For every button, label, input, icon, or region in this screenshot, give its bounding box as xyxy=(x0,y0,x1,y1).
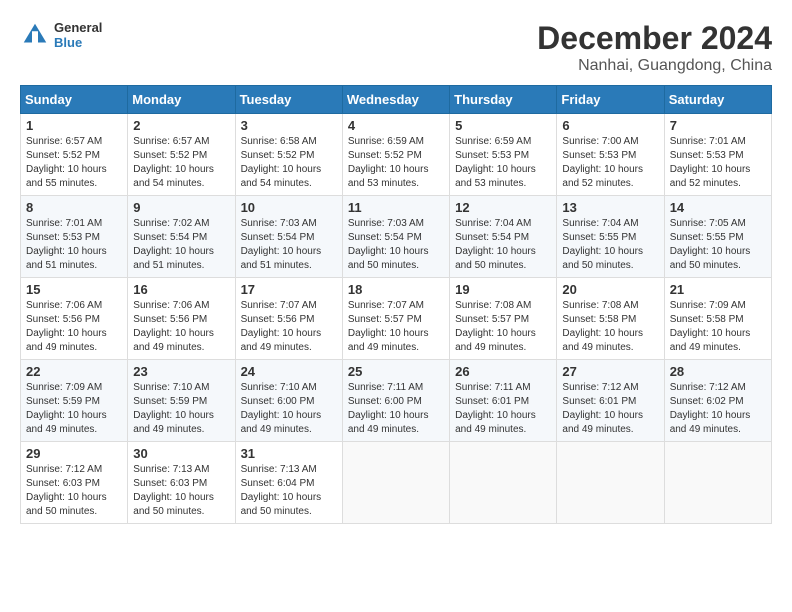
day-5: 5 Sunrise: 6:59 AMSunset: 5:53 PMDayligh… xyxy=(450,114,557,196)
day-12: 12 Sunrise: 7:04 AMSunset: 5:54 PMDaylig… xyxy=(450,196,557,278)
week-4: 22 Sunrise: 7:09 AMSunset: 5:59 PMDaylig… xyxy=(21,360,772,442)
header-thursday: Thursday xyxy=(450,86,557,114)
page-header: General Blue December 2024 Nanhai, Guang… xyxy=(20,20,772,75)
title-block: December 2024 Nanhai, Guangdong, China xyxy=(537,20,772,75)
day-9: 9 Sunrise: 7:02 AMSunset: 5:54 PMDayligh… xyxy=(128,196,235,278)
header-friday: Friday xyxy=(557,86,664,114)
day-21: 21 Sunrise: 7:09 AMSunset: 5:58 PMDaylig… xyxy=(664,278,771,360)
week-3: 15 Sunrise: 7:06 AMSunset: 5:56 PMDaylig… xyxy=(21,278,772,360)
calendar-subtitle: Nanhai, Guangdong, China xyxy=(537,57,772,75)
day-24: 24 Sunrise: 7:10 AMSunset: 6:00 PMDaylig… xyxy=(235,360,342,442)
day-4: 4 Sunrise: 6:59 AMSunset: 5:52 PMDayligh… xyxy=(342,114,449,196)
day-20: 20 Sunrise: 7:08 AMSunset: 5:58 PMDaylig… xyxy=(557,278,664,360)
header-sunday: Sunday xyxy=(21,86,128,114)
empty-cell-1 xyxy=(342,442,449,524)
day-2: 2 Sunrise: 6:57 AMSunset: 5:52 PMDayligh… xyxy=(128,114,235,196)
day-3: 3 Sunrise: 6:58 AMSunset: 5:52 PMDayligh… xyxy=(235,114,342,196)
logo-icon xyxy=(20,20,50,50)
logo-line2: Blue xyxy=(54,35,102,50)
calendar-table: Sunday Monday Tuesday Wednesday Thursday… xyxy=(20,85,772,524)
logo: General Blue xyxy=(20,20,102,50)
week-1: 1 Sunrise: 6:57 AMSunset: 5:52 PMDayligh… xyxy=(21,114,772,196)
day-28: 28 Sunrise: 7:12 AMSunset: 6:02 PMDaylig… xyxy=(664,360,771,442)
week-2: 8 Sunrise: 7:01 AMSunset: 5:53 PMDayligh… xyxy=(21,196,772,278)
day-27: 27 Sunrise: 7:12 AMSunset: 6:01 PMDaylig… xyxy=(557,360,664,442)
day-6: 6 Sunrise: 7:00 AMSunset: 5:53 PMDayligh… xyxy=(557,114,664,196)
day-25: 25 Sunrise: 7:11 AMSunset: 6:00 PMDaylig… xyxy=(342,360,449,442)
logo-text: General Blue xyxy=(54,20,102,50)
day-29: 29 Sunrise: 7:12 AMSunset: 6:03 PMDaylig… xyxy=(21,442,128,524)
day-8: 8 Sunrise: 7:01 AMSunset: 5:53 PMDayligh… xyxy=(21,196,128,278)
day-30: 30 Sunrise: 7:13 AMSunset: 6:03 PMDaylig… xyxy=(128,442,235,524)
weekday-header-row: Sunday Monday Tuesday Wednesday Thursday… xyxy=(21,86,772,114)
day-22: 22 Sunrise: 7:09 AMSunset: 5:59 PMDaylig… xyxy=(21,360,128,442)
day-7: 7 Sunrise: 7:01 AMSunset: 5:53 PMDayligh… xyxy=(664,114,771,196)
empty-cell-3 xyxy=(557,442,664,524)
header-wednesday: Wednesday xyxy=(342,86,449,114)
day-14: 14 Sunrise: 7:05 AMSunset: 5:55 PMDaylig… xyxy=(664,196,771,278)
day-10: 10 Sunrise: 7:03 AMSunset: 5:54 PMDaylig… xyxy=(235,196,342,278)
empty-cell-2 xyxy=(450,442,557,524)
day-16: 16 Sunrise: 7:06 AMSunset: 5:56 PMDaylig… xyxy=(128,278,235,360)
header-saturday: Saturday xyxy=(664,86,771,114)
calendar-title: December 2024 xyxy=(537,20,772,57)
day-23: 23 Sunrise: 7:10 AMSunset: 5:59 PMDaylig… xyxy=(128,360,235,442)
day-15: 15 Sunrise: 7:06 AMSunset: 5:56 PMDaylig… xyxy=(21,278,128,360)
day-13: 13 Sunrise: 7:04 AMSunset: 5:55 PMDaylig… xyxy=(557,196,664,278)
logo-line1: General xyxy=(54,20,102,35)
day-11: 11 Sunrise: 7:03 AMSunset: 5:54 PMDaylig… xyxy=(342,196,449,278)
day-19: 19 Sunrise: 7:08 AMSunset: 5:57 PMDaylig… xyxy=(450,278,557,360)
empty-cell-4 xyxy=(664,442,771,524)
day-1: 1 Sunrise: 6:57 AMSunset: 5:52 PMDayligh… xyxy=(21,114,128,196)
day-17: 17 Sunrise: 7:07 AMSunset: 5:56 PMDaylig… xyxy=(235,278,342,360)
week-5: 29 Sunrise: 7:12 AMSunset: 6:03 PMDaylig… xyxy=(21,442,772,524)
header-tuesday: Tuesday xyxy=(235,86,342,114)
day-31: 31 Sunrise: 7:13 AMSunset: 6:04 PMDaylig… xyxy=(235,442,342,524)
day-26: 26 Sunrise: 7:11 AMSunset: 6:01 PMDaylig… xyxy=(450,360,557,442)
header-monday: Monday xyxy=(128,86,235,114)
day-18: 18 Sunrise: 7:07 AMSunset: 5:57 PMDaylig… xyxy=(342,278,449,360)
